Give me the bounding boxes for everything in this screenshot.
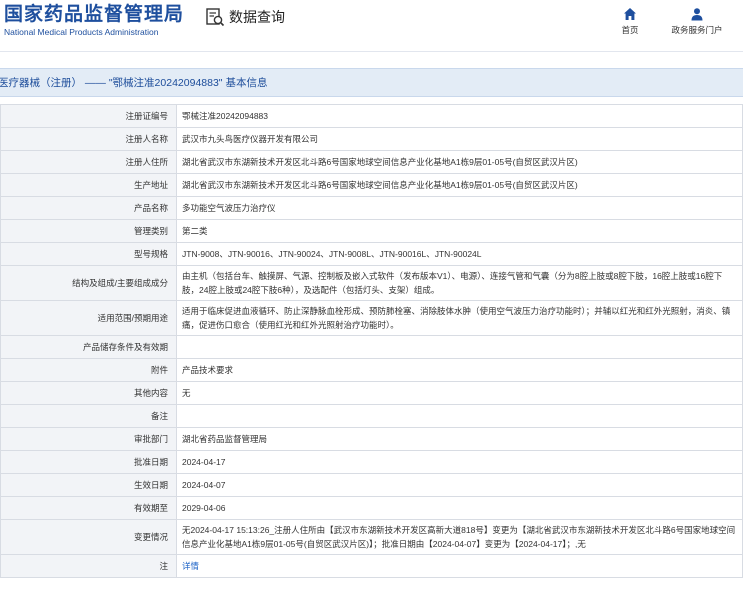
field-label: 注册人名称: [0, 127, 177, 151]
brand-cn-title: 国家药品监督管理局: [4, 3, 185, 25]
field-value: 由主机（包括台车、触摸屏、气源、控制板及嵌入式软件（发布版本V1）、电源）、连接…: [176, 265, 743, 301]
field-label: 注: [0, 554, 177, 578]
table-row: 产品储存条件及有效期: [0, 335, 743, 359]
field-value: [176, 404, 743, 428]
field-value: 湖北省药品监督管理局: [176, 427, 743, 451]
field-label: 备注: [0, 404, 177, 428]
field-label: 批准日期: [0, 450, 177, 474]
field-label: 产品名称: [0, 196, 177, 220]
user-icon: [691, 8, 703, 21]
field-value: 详情: [176, 554, 743, 578]
field-value: 无2024-04-17 15:13:26_注册人住所由【武汉市东湖新技术开发区高…: [176, 519, 743, 555]
field-label: 变更情况: [0, 519, 177, 555]
nav-gov-service[interactable]: 政务服务门户: [666, 3, 728, 36]
detail-table: 注册证编号 鄂械注准20242094883 注册人名称 武汉市九头鸟医疗仪器开发有限公…: [0, 104, 743, 578]
home-icon: [624, 8, 636, 20]
details-link[interactable]: 详情: [182, 561, 199, 571]
table-row: 结构及组成/主要组成成分 由主机（包括台车、触摸屏、气源、控制板及嵌入式软件（发布…: [0, 265, 743, 301]
table-row: 产品名称 多功能空气波压力治疗仪: [0, 196, 743, 220]
field-value: [176, 335, 743, 359]
data-search-icon: [206, 8, 225, 27]
table-row: 管理类别 第二类: [0, 219, 743, 243]
field-value: 2029-04-06: [176, 496, 743, 520]
field-label: 生效日期: [0, 473, 177, 497]
table-row: 适用范围/预期用途 适用于临床促进血液循环、防止深静脉血栓形成、预防肺栓塞、消除肢…: [0, 300, 743, 336]
table-row: 生产地址 湖北省武汉市东湖新技术开发区北斗路6号国家地球空间信息产业化基地A1栋9…: [0, 173, 743, 197]
nav-gov-service-label: 政务服务门户: [671, 25, 723, 35]
table-row: 型号规格 JTN-9008、JTN-90016、JTN-90024、JTN-900…: [0, 242, 743, 266]
table-row: 注详情: [0, 554, 743, 578]
nav-home-label: 首页: [621, 25, 639, 35]
field-value: 无: [176, 381, 743, 405]
table-row: 变更情况 无2024-04-17 15:13:26_注册人住所由【武汉市东湖新技术…: [0, 519, 743, 555]
table-row: 注册证编号 鄂械注准20242094883: [0, 104, 743, 128]
table-row: 注册人名称 武汉市九头鸟医疗仪器开发有限公司: [0, 127, 743, 151]
field-value: 第二类: [176, 219, 743, 243]
site-brand[interactable]: 国家药品监督管理局 National Medical Products Admi…: [4, 3, 184, 38]
field-label: 型号规格: [0, 242, 177, 266]
field-label: 产品储存条件及有效期: [0, 335, 177, 359]
table-row: 批准日期 2024-04-17: [0, 450, 743, 474]
field-value: 2024-04-17: [176, 450, 743, 474]
field-value: 适用于临床促进血液循环、防止深静脉血栓形成、预防肺栓塞、消除肢体水肿（使用空气波…: [176, 300, 743, 336]
table-row: 有效期至 2029-04-06: [0, 496, 743, 520]
nav-home[interactable]: 首页: [615, 3, 645, 36]
table-row: 附件 产品技术要求: [0, 358, 743, 382]
field-value: 产品技术要求: [176, 358, 743, 382]
field-label: 生产地址: [0, 173, 177, 197]
field-label: 注册人住所: [0, 150, 177, 174]
site-header: 国家药品监督管理局 National Medical Products Admi…: [0, 0, 743, 52]
field-value: 武汉市九头鸟医疗仪器开发有限公司: [176, 127, 743, 151]
field-value: 湖北省武汉市东湖新技术开发区北斗路6号国家地球空间信息产业化基地A1栋9层01-…: [176, 173, 743, 197]
field-label: 结构及组成/主要组成成分: [0, 265, 177, 301]
brand-en-title: National Medical Products Administration: [4, 27, 159, 37]
table-row: 注册人住所 湖北省武汉市东湖新技术开发区北斗路6号国家地球空间信息产业化基地A1栋…: [0, 150, 743, 174]
field-label: 适用范围/预期用途: [0, 300, 177, 336]
field-label: 审批部门: [0, 427, 177, 451]
field-label: 注册证编号: [0, 104, 177, 128]
field-value: 湖北省武汉市东湖新技术开发区北斗路6号国家地球空间信息产业化基地A1栋9层01-…: [176, 150, 743, 174]
field-label: 管理类别: [0, 219, 177, 243]
field-label: 其他内容: [0, 381, 177, 405]
data-query-heading: 数据查询: [205, 7, 285, 27]
table-row: 生效日期 2024-04-07: [0, 473, 743, 497]
field-value: 鄂械注准20242094883: [176, 104, 743, 128]
table-row: 备注: [0, 404, 743, 428]
field-value: 2024-04-07: [176, 473, 743, 497]
section-title-bar: 医疗器械（注册） —— "鄂械注准20242094883" 基本信息: [0, 68, 743, 97]
field-label: 有效期至: [0, 496, 177, 520]
field-value: JTN-9008、JTN-90016、JTN-90024、JTN-9008L、J…: [176, 242, 743, 266]
table-row: 其他内容无: [0, 381, 743, 405]
field-value: 多功能空气波压力治疗仪: [176, 196, 743, 220]
field-label: 附件: [0, 358, 177, 382]
table-row: 审批部门 湖北省药品监督管理局: [0, 427, 743, 451]
search-title: 数据查询: [229, 10, 285, 26]
section-title: 医疗器械（注册） —— "鄂械注准20242094883" 基本信息: [0, 77, 268, 89]
